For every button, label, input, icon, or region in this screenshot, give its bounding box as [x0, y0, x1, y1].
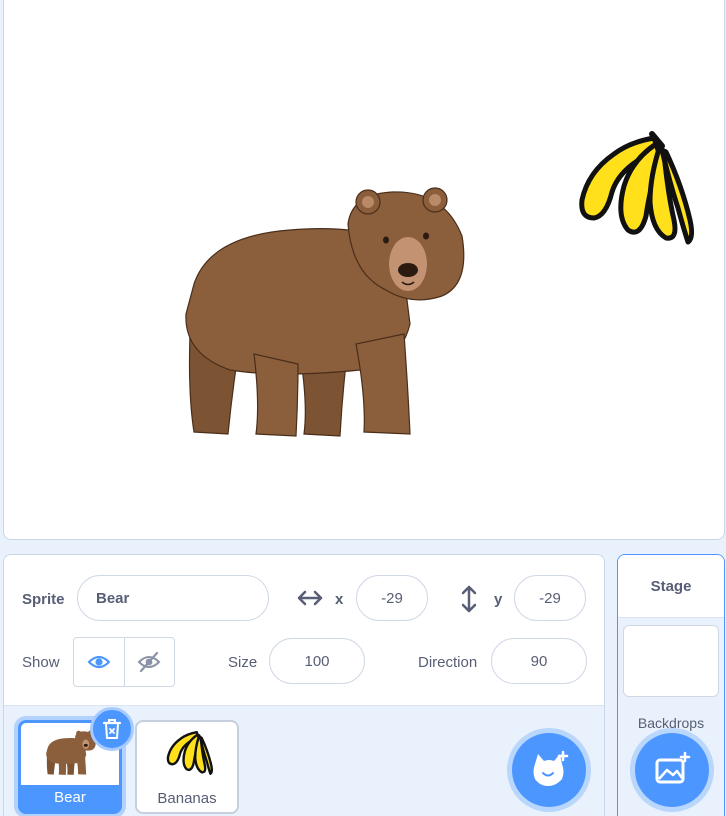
sprite-name-input[interactable]: Bear: [77, 575, 269, 621]
x-label: x: [335, 591, 344, 608]
sprite-tile-label: Bear: [21, 785, 119, 811]
show-toggle-group: [73, 637, 175, 687]
bear-costume-icon: [46, 730, 96, 775]
sprite-tile-bananas[interactable]: Bananas: [135, 720, 239, 814]
trash-icon: [102, 719, 122, 739]
eye-slash-icon: [137, 652, 161, 672]
size-label: Size: [228, 654, 258, 671]
stage-title: Stage: [618, 555, 724, 618]
show-label: Show: [22, 654, 60, 671]
y-label: y: [494, 591, 503, 608]
sprite-tile-label: Bananas: [157, 790, 217, 807]
sprite-label: Sprite: [22, 591, 65, 608]
image-plus-icon: [655, 751, 691, 784]
sprite-info-pane: Sprite Bear x -29 y -29 Show Size 100 Di…: [3, 554, 605, 816]
scratch-editor: Sprite Bear x -29 y -29 Show Size 100 Di…: [0, 0, 726, 816]
sprite-info-panel: Sprite Bear x -29 y -29 Show Size 100 Di…: [4, 555, 604, 706]
direction-input[interactable]: 90: [491, 638, 587, 684]
vertical-arrows-icon: [461, 585, 477, 613]
choose-sprite-button[interactable]: [512, 733, 586, 807]
cat-plus-icon: [533, 750, 569, 786]
backdrops-label: Backdrops: [637, 715, 705, 731]
stage-canvas[interactable]: [3, 0, 725, 540]
eye-icon: [87, 655, 110, 669]
direction-label: Direction: [418, 654, 478, 671]
size-input[interactable]: 100: [269, 638, 365, 684]
show-hidden-button[interactable]: [125, 638, 175, 686]
show-visible-button[interactable]: [74, 638, 125, 686]
bear-sprite[interactable]: [180, 184, 470, 442]
bananas-sprite[interactable]: [570, 130, 694, 250]
stage-thumbnail[interactable]: [623, 625, 719, 697]
bananas-costume-icon: [166, 731, 213, 775]
delete-sprite-button[interactable]: [90, 707, 134, 751]
choose-backdrop-button[interactable]: [635, 733, 709, 807]
stage-target-pane[interactable]: Stage Backdrops: [617, 554, 725, 816]
horizontal-arrows-icon: [297, 590, 323, 606]
x-input[interactable]: -29: [356, 575, 428, 621]
y-input[interactable]: -29: [514, 575, 586, 621]
